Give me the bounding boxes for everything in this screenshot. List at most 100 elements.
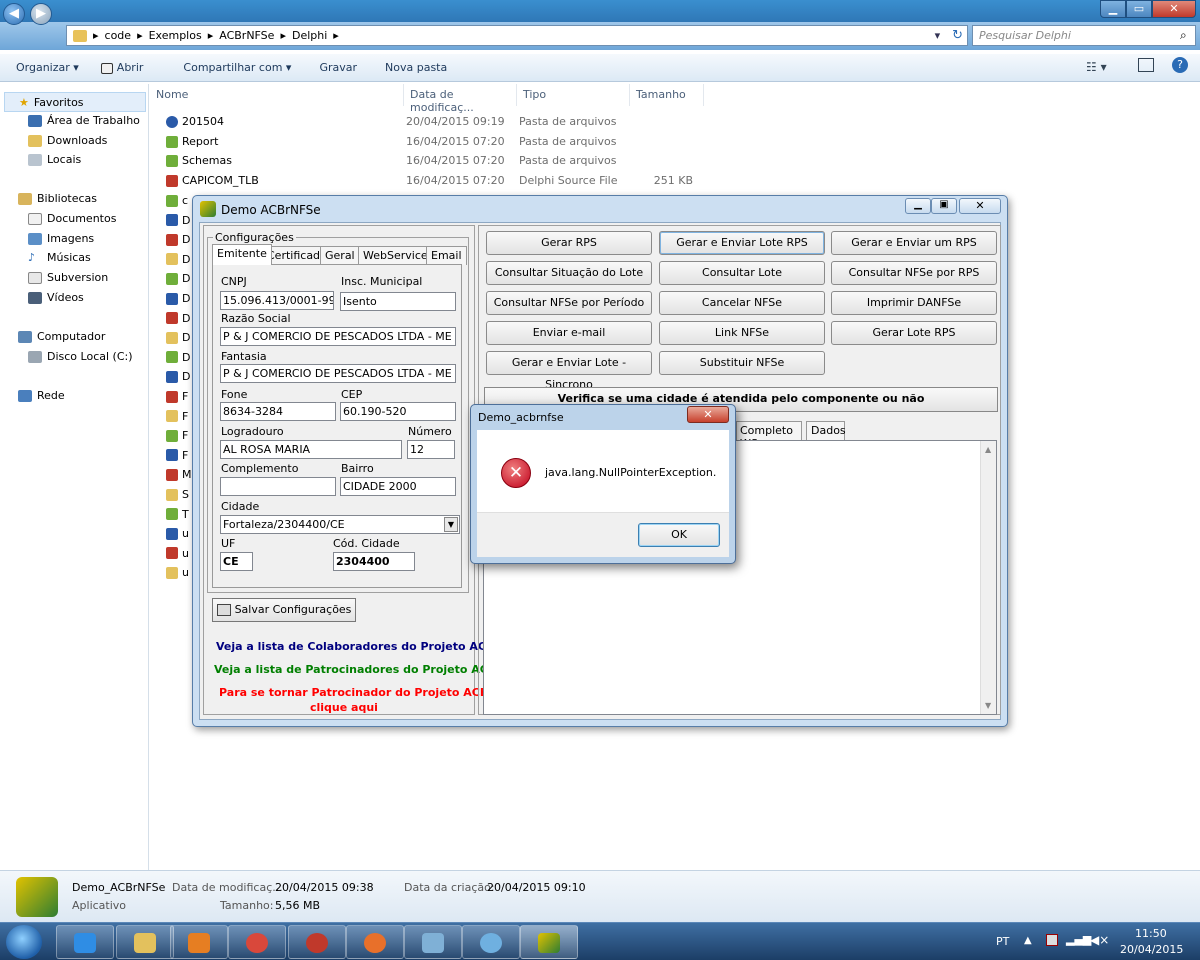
taskbar-app[interactable]	[288, 925, 346, 959]
address-box[interactable]: ▸ code ▸ Exemplos ▸ ACBrNFSe ▸ Delphi ▸ …	[66, 25, 968, 46]
patrocinadores-link[interactable]: Veja a lista de Patrocinadores do Projet…	[214, 663, 502, 676]
numero-field[interactable]: 12	[407, 440, 455, 459]
breadcrumb-delphi[interactable]: Delphi	[292, 29, 327, 42]
volume-icon[interactable]: ◀×	[1090, 933, 1109, 947]
bairro-field[interactable]: CIDADE 2000	[340, 477, 456, 496]
partial-file-row[interactable]: D	[166, 367, 190, 386]
search-input[interactable]: Pesquisar Delphi	[972, 25, 1196, 46]
action-button-consultar-nfse-por-rps[interactable]: Consultar NFSe por RPS	[831, 261, 997, 285]
address-dropdown-icon[interactable]: ▾	[935, 29, 941, 42]
gravar-button[interactable]: Gravar	[305, 61, 371, 74]
action-button-gerar-e-enviar-lote-rps[interactable]: Gerar e Enviar Lote RPS	[659, 231, 825, 255]
partial-file-row[interactable]: F	[166, 426, 188, 445]
refresh-icon[interactable]: ↻	[952, 28, 963, 43]
action-button-enviar-e-mail[interactable]: Enviar e-mail	[486, 321, 652, 345]
tab-geral[interactable]: Geral	[320, 246, 360, 265]
partial-file-row[interactable]: S	[166, 485, 189, 504]
col-name[interactable]: Nome	[150, 84, 404, 106]
compartilhar-button[interactable]: Compartilhar com ▾	[169, 61, 305, 74]
minimize-button[interactable]: ▁	[1100, 0, 1126, 18]
taskbar-paint[interactable]	[462, 925, 520, 959]
organizar-button[interactable]: Organizar ▾	[0, 61, 93, 74]
action-button-imprimir-danfse[interactable]: Imprimir DANFSe	[831, 291, 997, 315]
clock-date[interactable]: 20/04/2015	[1120, 943, 1183, 956]
nova-pasta-button[interactable]: Nova pasta	[371, 61, 461, 74]
dialog-close-button[interactable]: ✕	[687, 406, 729, 423]
action-button-cancelar-nfse[interactable]: Cancelar NFSe	[659, 291, 825, 315]
taskbar-chrome[interactable]	[228, 925, 286, 959]
action-center-icon[interactable]	[1046, 934, 1058, 946]
file-row[interactable]: CAPICOM_TLB 16/04/2015 07:20 Delphi Source…	[166, 171, 726, 190]
app-maximize-button[interactable]: ▣	[931, 198, 957, 214]
nav-videos[interactable]: Vídeos	[28, 291, 84, 304]
chevron-down-icon[interactable]: ▼	[444, 517, 458, 532]
partial-file-row[interactable]: D	[166, 348, 190, 367]
tab-dados[interactable]: Dados	[806, 421, 846, 440]
nav-downloads[interactable]: Downloads	[28, 134, 107, 147]
colaboradores-link[interactable]: Veja a lista de Colaboradores do Projeto…	[216, 640, 500, 653]
action-button-gerar-e-enviar-um-rps[interactable]: Gerar e Enviar um RPS	[831, 231, 997, 255]
fantasia-field[interactable]: P & J COMERCIO DE PESCADOS LTDA - ME	[220, 364, 456, 383]
start-button[interactable]	[6, 925, 42, 959]
partial-file-row[interactable]: u	[166, 524, 189, 543]
partial-file-row[interactable]: u	[166, 563, 189, 582]
col-date[interactable]: Data de modificaç...	[404, 84, 517, 114]
maximize-button[interactable]: ▭	[1126, 0, 1152, 18]
cep-field[interactable]: 60.190-520	[340, 402, 456, 421]
taskbar-ie[interactable]	[56, 925, 114, 959]
partial-file-row[interactable]: D	[166, 230, 190, 249]
partial-file-row[interactable]: u	[166, 544, 189, 563]
save-config-button[interactable]: Salvar Configurações	[212, 598, 356, 622]
fone-field[interactable]: 8634-3284	[220, 402, 336, 421]
logradouro-field[interactable]: AL ROSA MARIA	[220, 440, 402, 459]
nav-area-trabalho[interactable]: Área de Trabalho	[28, 114, 140, 127]
partial-file-row[interactable]: F	[166, 446, 188, 465]
cidade-select[interactable]: Fortaleza/2304400/CE ▼	[220, 515, 460, 534]
show-hidden-icons[interactable]: ▲	[1024, 935, 1032, 946]
tab-emitente[interactable]: Emitente	[212, 244, 272, 265]
nav-locais[interactable]: Locais	[28, 153, 81, 166]
abrir-button[interactable]: Abrir	[93, 61, 170, 74]
scroll-down-icon[interactable]: ▼	[985, 701, 991, 710]
partial-file-row[interactable]: D	[166, 289, 190, 308]
action-button-consultar-situa-o-do-lote[interactable]: Consultar Situação do Lote	[486, 261, 652, 285]
tab-completo-ws[interactable]: Completo WS	[736, 421, 802, 450]
nav-documentos[interactable]: Documentos	[28, 212, 116, 225]
taskbar-media[interactable]	[170, 925, 228, 959]
breadcrumb-acbrnfse[interactable]: ACBrNFSe	[219, 29, 274, 42]
uf-field[interactable]: CE	[220, 552, 253, 571]
scroll-up-icon[interactable]: ▲	[985, 445, 991, 454]
action-button-link-nfse[interactable]: Link NFSe	[659, 321, 825, 345]
taskbar-notes[interactable]	[404, 925, 462, 959]
breadcrumb-code[interactable]: code	[105, 29, 132, 42]
codcidade-field[interactable]: 2304400	[333, 552, 415, 571]
complemento-field[interactable]	[220, 477, 336, 496]
taskbar-firefox[interactable]	[346, 925, 404, 959]
action-button-gerar-e-enviar-lote-sincrono[interactable]: Gerar e Enviar Lote - Sincrono	[486, 351, 652, 391]
nav-computador[interactable]: Computador	[18, 330, 105, 343]
col-size[interactable]: Tamanho	[630, 84, 704, 106]
tab-webservice[interactable]: WebService	[358, 246, 433, 265]
nav-musicas[interactable]: ♪ Músicas	[28, 251, 91, 264]
nav-rede[interactable]: Rede	[18, 389, 65, 402]
nav-imagens[interactable]: Imagens	[28, 232, 94, 245]
breadcrumb-exemplos[interactable]: Exemplos	[149, 29, 202, 42]
file-row[interactable]: Report 16/04/2015 07:20 Pasta de arquivos	[166, 132, 726, 151]
action-button-gerar-rps[interactable]: Gerar RPS	[486, 231, 652, 255]
tab-email[interactable]: Email	[426, 246, 467, 265]
nav-subversion[interactable]: Subversion	[28, 271, 108, 284]
network-tray-icon[interactable]: ▂▄▆	[1066, 933, 1091, 946]
clock-time[interactable]: 11:50	[1135, 927, 1167, 940]
partial-file-row[interactable]: F	[166, 407, 188, 426]
partial-file-row[interactable]: D	[166, 328, 190, 347]
cnpj-field[interactable]: 15.096.413/0001-99	[220, 291, 334, 310]
partial-file-row[interactable]: c	[166, 191, 188, 210]
memo-scrollbar[interactable]: ▲ ▼	[980, 441, 996, 714]
action-button-gerar-lote-rps[interactable]: Gerar Lote RPS	[831, 321, 997, 345]
partial-file-row[interactable]: M	[166, 465, 192, 484]
app-minimize-button[interactable]: ▁	[905, 198, 931, 214]
taskbar-demo-acbrnfse[interactable]	[520, 925, 578, 959]
search-icon[interactable]: ⌕	[1180, 28, 1187, 43]
view-options-icon[interactable]: ☷ ▾	[1086, 60, 1107, 74]
col-type[interactable]: Tipo	[517, 84, 630, 106]
